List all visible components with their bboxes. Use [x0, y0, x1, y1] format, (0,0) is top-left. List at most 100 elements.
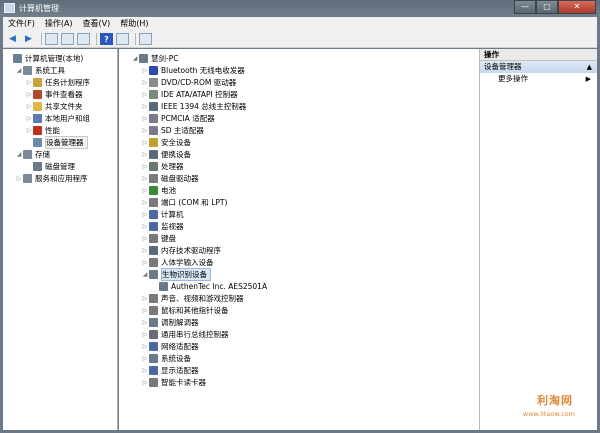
expand-toggle-icon[interactable]: ▷: [141, 187, 149, 194]
expand-toggle-icon[interactable]: ▷: [141, 223, 149, 230]
device-item[interactable]: ▷ DVD/CD-ROM 驱动器: [141, 76, 236, 88]
expand-toggle-icon[interactable]: ◢: [15, 67, 23, 74]
device-label: IEEE 1394 总线主控制器: [161, 101, 247, 111]
device-item[interactable]: ▷ IEEE 1394 总线主控制器: [141, 100, 246, 112]
menu-file[interactable]: 文件(F): [3, 17, 40, 31]
device-item[interactable]: ▷ 键盘: [141, 232, 176, 244]
device-item[interactable]: ▷ 鼠标和其他指针设备: [141, 304, 229, 316]
device-item[interactable]: ▷ 磁盘驱动器: [141, 172, 199, 184]
nav-item[interactable]: ▷ 本地用户和组: [25, 112, 90, 124]
nav-item[interactable]: ▷ 共享文件夹: [25, 100, 83, 112]
device-item[interactable]: ▷ SD 主适配器: [141, 124, 204, 136]
expand-toggle-icon[interactable]: ▷: [25, 103, 33, 110]
nav-item[interactable]: 设备管理器: [25, 135, 88, 149]
back-arrow-icon[interactable]: ◀: [6, 33, 19, 45]
menu-view[interactable]: 查看(V): [78, 17, 116, 31]
device-item[interactable]: ▷ 系统设备: [141, 352, 191, 364]
device-item[interactable]: ▷ 电池: [141, 184, 176, 196]
expand-toggle-icon[interactable]: ▷: [141, 151, 149, 158]
nav-item[interactable]: ▷ 事件查看器: [25, 88, 83, 100]
device-item[interactable]: ▷ 安全设备: [141, 136, 191, 148]
expand-toggle-icon[interactable]: ▷: [25, 115, 33, 122]
nav-item[interactable]: ▷ 任务计划程序: [25, 76, 90, 88]
device-item[interactable]: ▷ 内存技术驱动程序: [141, 244, 221, 256]
expand-toggle-icon[interactable]: ▷: [25, 127, 33, 134]
expand-toggle-icon[interactable]: ▷: [141, 355, 149, 362]
expand-toggle-icon[interactable]: ▷: [141, 67, 149, 74]
actions-section-device-manager[interactable]: 设备管理器 ▲: [480, 61, 597, 73]
menu-action[interactable]: 操作(A): [40, 17, 78, 31]
device-item[interactable]: ▷ 调制解调器: [141, 316, 199, 328]
device-item[interactable]: ▷ 人体学输入设备: [141, 256, 214, 268]
expand-toggle-icon[interactable]: ▷: [25, 91, 33, 98]
menu-help[interactable]: 帮助(H): [115, 17, 153, 31]
expand-toggle-icon[interactable]: ▷: [141, 199, 149, 206]
expand-toggle-icon[interactable]: ▷: [141, 139, 149, 146]
nav-item[interactable]: ◢ 系统工具: [15, 64, 65, 76]
device-category-icon: [149, 269, 158, 279]
device-item[interactable]: ▷ 网络适配器: [141, 340, 199, 352]
device-category-icon: [13, 53, 22, 63]
view-icon[interactable]: [116, 33, 129, 45]
expand-toggle-icon[interactable]: ▷: [141, 319, 149, 326]
more-actions-label: 更多操作: [498, 74, 528, 83]
device-item[interactable]: ▷ 端口 (COM 和 LPT): [141, 196, 227, 208]
title-bar[interactable]: 计算机管理 — ▢ ✕: [0, 0, 600, 17]
expand-toggle-icon[interactable]: ▷: [141, 259, 149, 266]
expand-toggle-icon[interactable]: ▷: [141, 247, 149, 254]
expand-toggle-icon[interactable]: ▷: [141, 115, 149, 122]
device-item[interactable]: ◢ 生物识别设备: [141, 267, 211, 281]
minimize-button[interactable]: —: [514, 0, 536, 14]
expand-toggle-icon[interactable]: ▷: [141, 211, 149, 218]
device-item[interactable]: ◢ 慧剑-PC: [131, 52, 178, 64]
expand-toggle-icon[interactable]: ▷: [25, 79, 33, 86]
device-category-icon: [33, 125, 42, 135]
collapse-caret-icon[interactable]: ▲: [587, 61, 592, 73]
device-item[interactable]: ▷ 便携设备: [141, 148, 191, 160]
device-item[interactable]: ▷ IDE ATA/ATAPI 控制器: [141, 88, 238, 100]
show-hide-tree-icon[interactable]: [61, 33, 74, 45]
expand-toggle-icon[interactable]: ▷: [141, 103, 149, 110]
expand-toggle-icon[interactable]: ▷: [141, 307, 149, 314]
device-item[interactable]: ▷ 监视器: [141, 220, 184, 232]
device-item[interactable]: AuthenTec Inc. AES2501A: [151, 280, 267, 292]
nav-item[interactable]: 磁盘管理: [25, 160, 75, 172]
maximize-button[interactable]: ▢: [536, 0, 558, 14]
scan-hardware-icon[interactable]: [139, 33, 152, 45]
up-folder-icon[interactable]: [45, 33, 58, 45]
device-item[interactable]: ▷ 智能卡读卡器: [141, 376, 206, 388]
device-item[interactable]: ▷ 声音、视频和游戏控制器: [141, 292, 244, 304]
expand-toggle-icon[interactable]: ◢: [141, 271, 149, 278]
expand-toggle-icon[interactable]: ◢: [15, 151, 23, 158]
expand-toggle-icon[interactable]: ▷: [141, 343, 149, 350]
expand-toggle-icon[interactable]: ▷: [141, 163, 149, 170]
device-item[interactable]: ▷ 处理器: [141, 160, 184, 172]
expand-toggle-icon[interactable]: ◢: [131, 55, 139, 62]
device-item[interactable]: ▷ 计算机: [141, 208, 184, 220]
expand-toggle-icon[interactable]: ▷: [141, 295, 149, 302]
nav-label: 设备管理器: [45, 135, 88, 149]
expand-toggle-icon[interactable]: ▷: [141, 331, 149, 338]
nav-item[interactable]: 计算机管理(本地): [5, 52, 83, 64]
expand-toggle-icon[interactable]: ▷: [141, 175, 149, 182]
more-actions-item[interactable]: 更多操作 ▶: [480, 73, 597, 85]
device-item[interactable]: ▷ Bluetooth 无线电收发器: [141, 64, 245, 76]
expand-toggle-icon[interactable]: ▷: [141, 379, 149, 386]
device-item[interactable]: ▷ 显示适配器: [141, 364, 199, 376]
device-item[interactable]: ▷ 通用串行总线控制器: [141, 328, 229, 340]
expand-toggle-icon[interactable]: ▷: [141, 91, 149, 98]
nav-item[interactable]: ◢ 存储: [15, 148, 50, 160]
properties-icon[interactable]: [77, 33, 90, 45]
device-item[interactable]: ▷ PCMCIA 适配器: [141, 112, 215, 124]
nav-item[interactable]: ▷ 服务和应用程序: [15, 172, 88, 184]
expand-toggle-icon[interactable]: ▷: [141, 127, 149, 134]
expand-toggle-icon[interactable]: ▷: [141, 367, 149, 374]
forward-arrow-icon[interactable]: ▶: [22, 33, 35, 45]
expand-toggle-icon[interactable]: ▷: [141, 235, 149, 242]
nav-item[interactable]: ▷ 性能: [25, 124, 60, 136]
expand-toggle-icon[interactable]: ▷: [141, 79, 149, 86]
expand-toggle-icon[interactable]: ▷: [15, 175, 23, 182]
close-button[interactable]: ✕: [558, 0, 596, 14]
help-icon[interactable]: ?: [100, 33, 113, 45]
watermark-url: www.litaow.com: [522, 410, 575, 418]
